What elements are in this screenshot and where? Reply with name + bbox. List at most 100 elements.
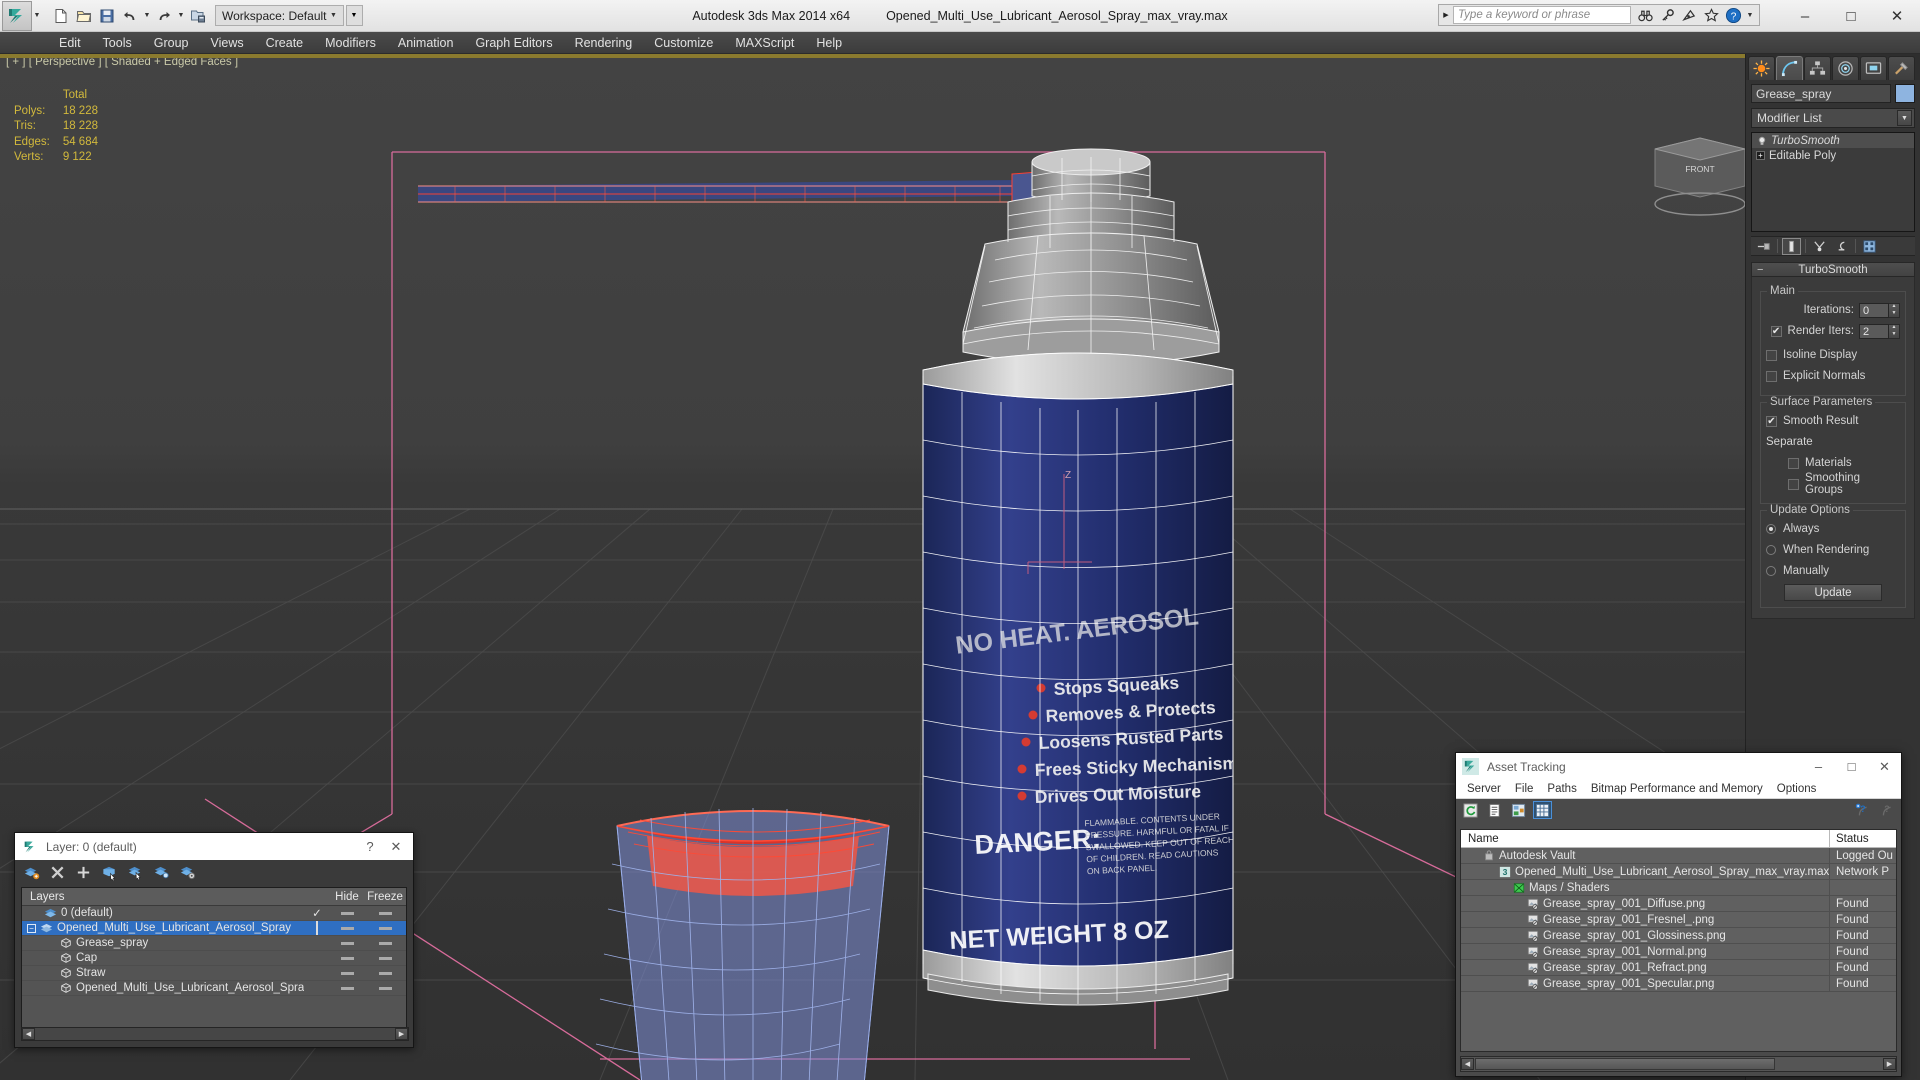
update-option-manually[interactable]: Manually xyxy=(1766,563,1900,579)
asset-row[interactable]: Autodesk Vault Logged Ou xyxy=(1461,847,1896,864)
layer-row-freeze-toggle[interactable] xyxy=(364,911,406,915)
layer-row-hide-toggle[interactable] xyxy=(330,971,364,975)
undo-dropdown-caret[interactable]: ▼ xyxy=(142,5,152,27)
menu-item-maxscript[interactable]: MAXScript xyxy=(724,33,805,53)
layer-row-freeze-toggle[interactable] xyxy=(364,956,406,960)
menu-item-animation[interactable]: Animation xyxy=(387,33,465,53)
menu-item-group[interactable]: Group xyxy=(143,33,200,53)
iterations-stepper[interactable]: 0 ▲ ▼ xyxy=(1859,302,1900,318)
menu-item-views[interactable]: Views xyxy=(199,33,254,53)
layer-row-freeze-toggle[interactable] xyxy=(364,971,406,975)
layer-close-button[interactable]: ✕ xyxy=(383,835,409,859)
layer-row-hide-toggle[interactable] xyxy=(330,926,364,930)
add-selection-to-layer-icon[interactable] xyxy=(75,864,92,881)
layer-row-active-check[interactable]: ✓ xyxy=(304,906,330,920)
configure-modifier-sets-icon[interactable] xyxy=(1860,238,1879,255)
layer-row-freeze-toggle[interactable] xyxy=(364,986,406,990)
asset-row[interactable]: Grease_spray_001_Glossiness.png Found xyxy=(1461,927,1896,944)
help-context-icon[interactable]: ? xyxy=(1877,801,1896,819)
asset-close-button[interactable]: ✕ xyxy=(1868,754,1901,780)
explicit-normals-checkbox[interactable] xyxy=(1766,370,1777,382)
asset-menu-bitmap-performance[interactable]: Bitmap Performance and Memory xyxy=(1584,782,1770,796)
undo-icon[interactable] xyxy=(119,5,141,27)
satellite-dish-icon[interactable] xyxy=(1679,5,1699,25)
asset-menu-paths[interactable]: Paths xyxy=(1540,782,1583,796)
create-tab[interactable] xyxy=(1748,56,1775,80)
smooth-result-row[interactable]: ✔ Smooth Result xyxy=(1766,413,1900,429)
modifier-stack-item-turbosmooth[interactable]: TurboSmooth xyxy=(1752,133,1914,148)
render-iters-stepper[interactable]: 2 ▲ ▼ xyxy=(1859,323,1900,339)
chevron-down-icon[interactable]: ▼ xyxy=(1897,110,1912,126)
menu-item-edit[interactable]: Edit xyxy=(48,33,92,53)
search-input[interactable]: Type a keyword or phrase xyxy=(1453,6,1631,24)
render-iters-spinner-buttons[interactable]: ▲ ▼ xyxy=(1889,323,1900,339)
layer-row[interactable]: Straw xyxy=(22,966,406,981)
close-button[interactable]: ✕ xyxy=(1874,0,1920,32)
isoline-display-row[interactable]: Isoline Display xyxy=(1766,347,1900,363)
asset-maximize-button[interactable]: □ xyxy=(1835,754,1868,780)
asset-menu-server[interactable]: Server xyxy=(1460,782,1508,796)
asset-row[interactable]: Grease_spray_001_Normal.png Found xyxy=(1461,943,1896,960)
asset-minimize-button[interactable]: ‒ xyxy=(1802,754,1835,780)
scroll-right-arrow-icon[interactable]: ▶ xyxy=(395,1028,408,1040)
asset-row[interactable]: Grease_spray_001_Specular.png Found xyxy=(1461,975,1896,992)
redo-dropdown-caret[interactable]: ▼ xyxy=(176,5,186,27)
modifier-stack[interactable]: TurboSmooth + Editable Poly xyxy=(1751,132,1915,232)
isoline-display-checkbox[interactable] xyxy=(1766,349,1777,361)
iterations-value[interactable]: 0 xyxy=(1859,302,1889,318)
render-iters-value[interactable]: 2 xyxy=(1859,323,1889,339)
layer-row-freeze-toggle[interactable] xyxy=(364,926,406,930)
set-project-folder-icon[interactable] xyxy=(187,5,209,27)
scroll-left-arrow-icon[interactable]: ◀ xyxy=(1461,1058,1474,1070)
layer-row-freeze-toggle[interactable] xyxy=(364,941,406,945)
star-favorite-icon[interactable] xyxy=(1701,5,1721,25)
asset-list[interactable]: Name Status Autodesk Vault Logged Ou 3 O… xyxy=(1460,829,1897,1052)
when-rendering-radio[interactable] xyxy=(1766,545,1776,555)
layer-properties-icon[interactable] xyxy=(179,864,196,881)
grid-view-icon[interactable] xyxy=(1533,801,1552,819)
asset-scroll-track[interactable] xyxy=(1474,1057,1883,1071)
max-app-logo[interactable] xyxy=(2,0,32,31)
update-button[interactable]: Update xyxy=(1784,584,1882,601)
iterations-spinner-buttons[interactable]: ▲ ▼ xyxy=(1889,302,1900,318)
layer-row-hide-toggle[interactable] xyxy=(330,986,364,990)
display-tab[interactable] xyxy=(1860,56,1887,80)
lightbulb-icon[interactable] xyxy=(1756,135,1767,146)
smooth-result-checkbox[interactable]: ✔ xyxy=(1766,415,1777,427)
layer-row[interactable]: Grease_spray xyxy=(22,936,406,951)
search-expand-caret[interactable]: ▶ xyxy=(1439,11,1453,19)
update-option-when-rendering[interactable]: When Rendering xyxy=(1766,542,1900,558)
menu-item-modifiers[interactable]: Modifiers xyxy=(314,33,387,53)
help-dropdown-caret[interactable]: ▼ xyxy=(1745,4,1755,26)
asset-row[interactable]: Maps / Shaders xyxy=(1461,879,1896,896)
layer-row-hide-toggle[interactable] xyxy=(330,941,364,945)
modify-tab[interactable] xyxy=(1776,56,1803,80)
pin-stack-icon[interactable] xyxy=(1754,238,1773,255)
logo-dropdown-caret[interactable]: ▼ xyxy=(32,5,42,27)
menu-item-tools[interactable]: Tools xyxy=(92,33,143,53)
modifier-stack-item-editable-poly[interactable]: + Editable Poly xyxy=(1752,148,1914,163)
new-file-icon[interactable] xyxy=(50,5,72,27)
smoothing-groups-row[interactable]: Smoothing Groups xyxy=(1766,472,1900,496)
always-radio[interactable] xyxy=(1766,524,1776,534)
layer-list[interactable]: Layers Hide Freeze 0 (default) ✓ − Opene… xyxy=(21,887,407,1030)
asset-row[interactable]: 3 Opened_Multi_Use_Lubricant_Aerosol_Spr… xyxy=(1461,863,1896,880)
modifier-list-dropdown[interactable]: Modifier List ▼ xyxy=(1751,108,1915,128)
help-icon[interactable]: ? xyxy=(1723,5,1743,25)
layer-dialog-titlebar[interactable]: Layer: 0 (default) ? ✕ xyxy=(15,833,413,860)
menu-item-create[interactable]: Create xyxy=(255,33,315,53)
layer-row[interactable]: Cap xyxy=(22,951,406,966)
select-highlighted-objects-icon[interactable] xyxy=(127,864,144,881)
asset-scroll-thumb[interactable] xyxy=(1475,1058,1775,1070)
asset-row[interactable]: Grease_spray_001_Diffuse.png Found xyxy=(1461,895,1896,912)
maximize-button[interactable]: □ xyxy=(1828,0,1874,32)
delete-layer-icon[interactable] xyxy=(49,864,66,881)
collapse-minus-icon[interactable]: − xyxy=(1757,264,1763,276)
remove-modifier-icon[interactable] xyxy=(1832,238,1851,255)
asset-column-name[interactable]: Name xyxy=(1461,830,1830,848)
layer-row-hide-toggle[interactable] xyxy=(330,956,364,960)
hierarchy-tab[interactable] xyxy=(1804,56,1831,80)
list-view-icon[interactable] xyxy=(1485,801,1504,819)
object-color-swatch[interactable] xyxy=(1895,84,1915,103)
open-file-icon[interactable] xyxy=(73,5,95,27)
